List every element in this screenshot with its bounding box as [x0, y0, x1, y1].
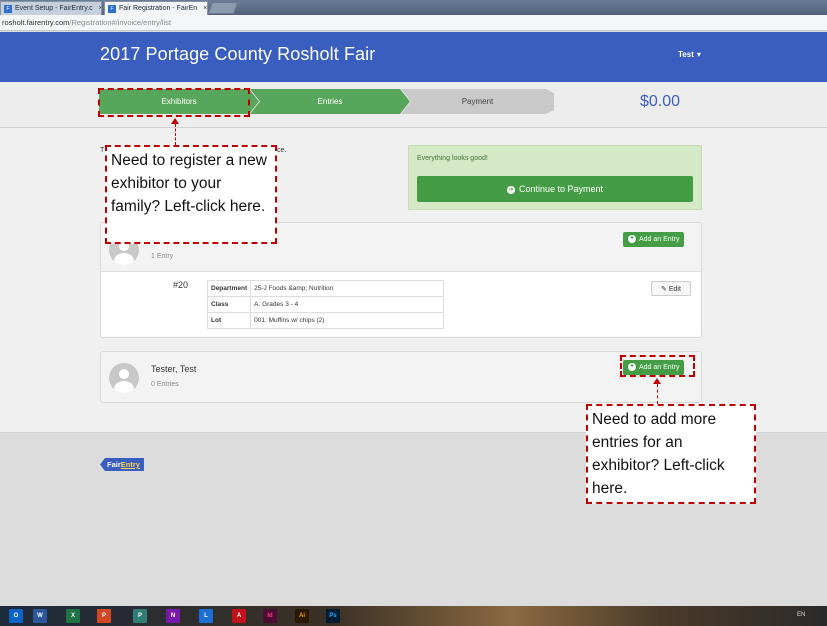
language-indicator[interactable]: EN	[797, 612, 805, 618]
app-navbar: 2017 Portage County Rosholt Fair Test ▾	[0, 32, 827, 82]
url-host: rosholt.fairentry.com	[2, 18, 70, 27]
exhibitor-panel: Tester, Test 0 Entries + Add an Entry	[100, 351, 702, 403]
logo-text-fair: Fair	[107, 460, 121, 469]
fairentry-logo[interactable]: FairEntry	[100, 458, 144, 471]
user-menu[interactable]: Test ▾	[678, 50, 701, 59]
avatar	[109, 363, 139, 393]
table-value: A: Grades 3 - 4	[250, 296, 444, 313]
continue-to-payment-button[interactable]: ➔ Continue to Payment	[417, 176, 693, 202]
fairentry-tab-icon: F	[108, 5, 116, 13]
onenote-icon[interactable]: N	[166, 609, 180, 623]
table-value: 25-J Foods &amp; Nutrition	[250, 280, 444, 297]
entry-number: #20	[173, 280, 189, 290]
page-title[interactable]: 2017 Portage County Rosholt Fair	[100, 44, 375, 65]
exhibitor-entry-count: 0 Entries	[151, 381, 179, 388]
close-icon[interactable]: ×	[203, 5, 207, 12]
powerpoint-icon[interactable]: P	[97, 609, 111, 623]
table-key: Lot	[206, 312, 252, 329]
url-path: /Registration#/invoice/entry/list	[69, 18, 172, 27]
invoice-total: $0.00	[640, 93, 681, 110]
logo-text-entry: Entry	[120, 460, 140, 469]
add-entry-highlight-box	[620, 355, 695, 377]
table-row: Class A: Grades 3 - 4	[206, 296, 444, 313]
register-exhibitor-callout: Need to register a new exhibitor to your…	[105, 145, 277, 244]
table-key: Department	[206, 280, 252, 297]
exhibitor-entry-count: 1 Entry	[151, 253, 174, 260]
tab-label: Fair Registration - FairEn	[119, 5, 198, 12]
exhibitors-highlight-box	[98, 88, 250, 117]
status-alert: Everything looks good! ➔ Continue to Paym…	[408, 145, 702, 210]
annotation-connector	[657, 384, 658, 404]
pencil-icon: ✎	[661, 286, 667, 293]
url-text: rosholt.fairentry.com/Registration#/invo…	[2, 17, 171, 29]
step-entries[interactable]: Entries	[250, 89, 410, 114]
tab-fair-registration[interactable]: F Fair Registration - FairEn ×	[104, 1, 208, 15]
table-value: 001: Muffins w/ chips (2)	[250, 312, 444, 329]
table-key: Class	[206, 296, 252, 313]
table-row: Department 25-J Foods &amp; Nutrition	[206, 280, 444, 297]
intro-text-start: T	[100, 147, 105, 154]
tab-label: Event Setup - FairEntry.c	[15, 5, 93, 12]
continue-label: Continue to Payment	[518, 184, 604, 194]
os-taskbar: O W X P P N L A Id Ai Ps EN	[0, 606, 827, 626]
tab-event-setup[interactable]: F Event Setup - FairEntry.c ×	[0, 1, 102, 15]
browser-tab-bar: F Event Setup - FairEntry.c × F Fair Reg…	[0, 0, 827, 15]
status-message: Everything looks good!	[417, 155, 488, 162]
illustrator-icon[interactable]: Ai	[295, 609, 309, 623]
address-bar[interactable]: rosholt.fairentry.com/Registration#/invo…	[0, 15, 827, 31]
photoshop-icon[interactable]: Ps	[326, 609, 340, 623]
user-name: Test	[678, 50, 694, 59]
table-row: Lot 001: Muffins w/ chips (2)	[206, 312, 444, 329]
edit-label: Edit	[668, 286, 681, 293]
add-entries-callout: Need to add more entries for an exhibito…	[586, 404, 756, 504]
entry-details-table: Department 25-J Foods &amp; Nutrition Cl…	[206, 280, 444, 329]
add-entry-button[interactable]: + Add an Entry	[623, 232, 685, 247]
exhibitor-name: Tester, Test	[151, 364, 197, 374]
lync-icon[interactable]: L	[199, 609, 213, 623]
new-tab-button[interactable]	[207, 2, 239, 14]
word-icon[interactable]: W	[33, 609, 47, 623]
add-entry-label: Add an Entry	[639, 236, 680, 243]
arrow-circle-right-icon: ➔	[506, 185, 515, 194]
screen: F Event Setup - FairEntry.c × F Fair Reg…	[0, 0, 827, 626]
outlook-icon[interactable]: O	[9, 609, 23, 623]
fairentry-tab-icon: F	[4, 5, 12, 13]
plus-circle-icon: +	[628, 235, 636, 244]
intro-text-end: ce.	[277, 147, 287, 154]
acrobat-icon[interactable]: A	[232, 609, 246, 623]
chevron-down-icon: ▾	[696, 50, 701, 59]
indesign-icon[interactable]: Id	[263, 609, 277, 623]
edit-entry-button[interactable]: ✎ Edit	[651, 281, 691, 296]
excel-icon[interactable]: X	[66, 609, 80, 623]
annotation-connector	[175, 124, 176, 145]
publisher-icon[interactable]: P	[133, 609, 147, 623]
step-payment[interactable]: Payment	[401, 89, 554, 114]
close-icon[interactable]: ×	[99, 5, 101, 12]
